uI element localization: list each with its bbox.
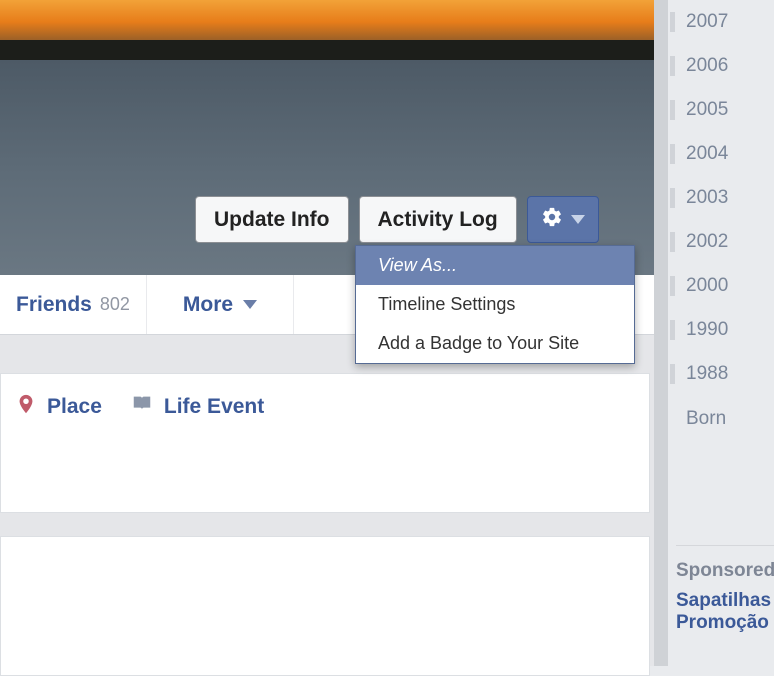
sponsored-link-1[interactable]: Sapatilhas: [676, 590, 774, 612]
composer-row: Place Life Event: [1, 374, 649, 439]
timeline-year[interactable]: 2003: [668, 176, 774, 220]
composer-panel: Place Life Event: [0, 373, 650, 513]
dropdown-item-add-badge[interactable]: Add a Badge to Your Site: [356, 324, 634, 363]
update-info-button[interactable]: Update Info: [195, 196, 349, 243]
composer-life-event-label: Life Event: [164, 395, 264, 419]
dropdown-item-timeline-settings[interactable]: Timeline Settings: [356, 285, 634, 324]
pin-icon: [15, 392, 37, 421]
composer-place[interactable]: Place: [15, 392, 102, 421]
timeline-born[interactable]: Born: [668, 396, 774, 442]
content-panel: [0, 536, 650, 676]
tab-more[interactable]: More: [147, 275, 294, 334]
composer-life-event[interactable]: Life Event: [130, 393, 264, 420]
chevron-down-icon: [243, 300, 257, 309]
sponsored-header: Sponsored: [676, 545, 774, 590]
settings-gear-button[interactable]: [527, 196, 599, 243]
tab-friends[interactable]: Friends 802: [0, 275, 147, 334]
tab-friends-count: 802: [100, 294, 130, 315]
timeline-year[interactable]: 2006: [668, 44, 774, 88]
column-gutter: [654, 0, 668, 666]
sponsored-link-2[interactable]: Promoção: [676, 612, 774, 634]
composer-place-label: Place: [47, 395, 102, 419]
tab-more-label: More: [183, 293, 233, 317]
timeline-year[interactable]: 1988: [668, 352, 774, 396]
chevron-down-icon: [571, 215, 585, 224]
main-column: Update Info Activity Log Friends 802 Mor…: [0, 0, 654, 666]
timeline-year[interactable]: 2000: [668, 264, 774, 308]
timeline-year[interactable]: 2002: [668, 220, 774, 264]
gear-icon: [541, 206, 563, 233]
timeline-year[interactable]: 1990: [668, 308, 774, 352]
sponsored-box: Sponsored Sapatilhas Promoção: [676, 545, 774, 634]
timeline-year-list: 2007 2006 2005 2004 2003 2002 2000 1990 …: [668, 0, 774, 442]
timeline-year[interactable]: 2004: [668, 132, 774, 176]
book-icon: [130, 393, 154, 420]
dropdown-item-view-as[interactable]: View As...: [356, 246, 634, 285]
tab-friends-label: Friends: [16, 293, 92, 317]
timeline-year[interactable]: 2005: [668, 88, 774, 132]
cover-actions: Update Info Activity Log: [195, 196, 599, 248]
timeline-year[interactable]: 2007: [668, 0, 774, 44]
activity-log-button[interactable]: Activity Log: [359, 196, 517, 243]
settings-dropdown: View As... Timeline Settings Add a Badge…: [355, 245, 635, 364]
